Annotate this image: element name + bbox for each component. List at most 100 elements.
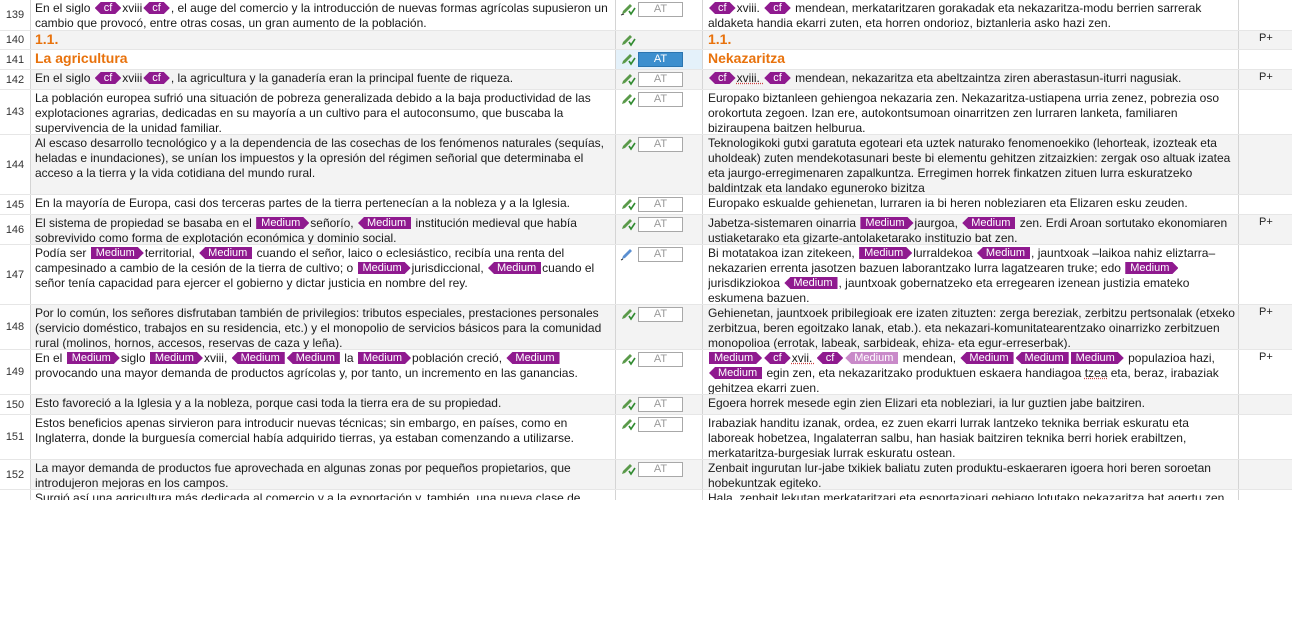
- inline-tag[interactable]: cf: [95, 72, 122, 84]
- source-cell[interactable]: Surgió así una agricultura más dedicada …: [35, 490, 613, 500]
- segment-row-141[interactable]: 141 La agricultura AT Nekazaritza: [0, 50, 1292, 70]
- inline-tag[interactable]: Medium: [358, 262, 411, 274]
- inline-tag[interactable]: Medium: [256, 217, 309, 229]
- inline-tag[interactable]: Medium: [709, 352, 762, 364]
- target-cell[interactable]: Irabaziak handitu izanak, ordea, ez zuen…: [708, 415, 1238, 459]
- inline-tag[interactable]: cf: [764, 2, 791, 14]
- inline-tag[interactable]: Medium: [357, 217, 412, 229]
- status-badge[interactable]: AT: [638, 72, 683, 87]
- inline-tag[interactable]: Medium: [358, 352, 411, 364]
- pencil-check-icon[interactable]: [620, 217, 636, 231]
- inline-tag[interactable]: Medium: [960, 352, 1014, 364]
- inline-tag[interactable]: Medium: [286, 352, 340, 364]
- pencil-check-icon[interactable]: [620, 2, 636, 16]
- segment-row-150[interactable]: 150 Esto favoreció a la Iglesia y a la n…: [0, 395, 1292, 415]
- source-cell[interactable]: La agricultura: [35, 50, 613, 69]
- inline-tag[interactable]: Medium: [150, 352, 203, 364]
- segment-row-147[interactable]: 147 Podía ser Medium territorial, Medium …: [0, 245, 1292, 305]
- target-cell[interactable]: Zenbait ingurutan lur-jabe txikiek balia…: [708, 460, 1238, 489]
- inline-tag[interactable]: Medium: [488, 262, 542, 274]
- pencil-check-icon[interactable]: [620, 417, 636, 431]
- segment-row-143[interactable]: 143 La población europea sufrió una situ…: [0, 90, 1292, 135]
- inline-tag[interactable]: Medium: [784, 277, 838, 289]
- inline-tag[interactable]: Medium: [67, 352, 120, 364]
- inline-tag[interactable]: Medium: [506, 352, 560, 364]
- segment-row-139[interactable]: 139 En el siglo cf xviii cf, el auge del c…: [0, 0, 1292, 31]
- inline-tag[interactable]: Medium: [199, 247, 253, 259]
- inline-tag[interactable]: cf: [709, 2, 736, 14]
- target-cell[interactable]: Jabetza-sistemaren oinarria Medium jaurgo…: [708, 215, 1238, 244]
- target-cell[interactable]: cf xviii. cf mendean, merkataritzaren gor…: [708, 0, 1238, 30]
- pencil-check-icon[interactable]: [620, 137, 636, 151]
- target-cell[interactable]: Nekazaritza: [708, 50, 1238, 69]
- pencil-check-icon[interactable]: [620, 52, 636, 66]
- inline-tag[interactable]: cf: [764, 352, 791, 364]
- status-badge[interactable]: AT: [638, 137, 683, 152]
- target-cell[interactable]: Bi motatakoa izan zitekeen, Medium lurral…: [708, 245, 1238, 304]
- inline-tag[interactable]: Medium: [231, 352, 285, 364]
- status-badge[interactable]: AT: [638, 307, 683, 322]
- source-cell[interactable]: El sistema de propiedad se basaba en el …: [35, 215, 613, 244]
- source-cell[interactable]: La población europea sufrió una situació…: [35, 90, 613, 134]
- segment-row-142[interactable]: 142 En el siglo cf xviii cf, la agricultur…: [0, 70, 1292, 90]
- inline-tag[interactable]: cf: [764, 72, 791, 84]
- status-badge[interactable]: AT: [638, 247, 683, 262]
- pencil-check-icon[interactable]: [620, 72, 636, 86]
- inline-tag[interactable]: Medium: [91, 247, 144, 259]
- status-badge[interactable]: AT: [638, 352, 683, 367]
- status-badge[interactable]: AT: [638, 462, 683, 477]
- inline-tag[interactable]: Medium: [709, 367, 763, 379]
- segment-row-152[interactable]: 152 La mayor demanda de productos fue ap…: [0, 460, 1292, 490]
- pencil-check-icon[interactable]: [620, 33, 636, 47]
- status-badge[interactable]: AT: [638, 397, 683, 412]
- target-cell[interactable]: Medium cf xvii. cf Medium mendean, Medium Me…: [708, 350, 1238, 394]
- source-cell[interactable]: Esto favoreció a la Iglesia y a la noble…: [35, 395, 613, 414]
- inline-tag[interactable]: cf: [143, 2, 170, 14]
- inline-tag[interactable]: Medium: [962, 217, 1016, 229]
- pencil-check-icon[interactable]: [620, 307, 636, 321]
- segment-row-149[interactable]: 149 En el Medium siglo Medium xviii, Mediu…: [0, 350, 1292, 395]
- inline-tag[interactable]: Medium: [976, 247, 1031, 259]
- segment-row-148[interactable]: 148 Por lo común, los señores disfrutaba…: [0, 305, 1292, 350]
- target-cell[interactable]: Teknologikoki gutxi garatuta egoteari et…: [708, 135, 1238, 194]
- target-cell[interactable]: Gehienetan, jauntxoek pribilegioak ere i…: [708, 305, 1238, 349]
- status-badge[interactable]: AT: [638, 417, 683, 432]
- inline-tag[interactable]: Medium: [845, 352, 899, 364]
- source-cell[interactable]: Por lo común, los señores disfrutaban ta…: [35, 305, 613, 349]
- segment-row-151[interactable]: 151 Estos beneficios apenas sirvieron pa…: [0, 415, 1292, 460]
- segment-row-partial[interactable]: Surgió así una agricultura más dedicada …: [0, 490, 1292, 500]
- inline-tag[interactable]: cf: [709, 72, 736, 84]
- pencil-check-icon[interactable]: [620, 397, 636, 411]
- segment-row-145[interactable]: 145 En la mayoría de Europa, casi dos te…: [0, 195, 1292, 215]
- source-cell[interactable]: En el siglo cf xviii cf, el auge del comer…: [35, 0, 613, 30]
- target-cell[interactable]: Europako eskualde gehienetan, lurraren i…: [708, 195, 1238, 214]
- pencil-check-icon[interactable]: [620, 352, 636, 366]
- inline-tag[interactable]: cf: [143, 72, 170, 84]
- target-cell[interactable]: 1.1.: [708, 31, 1238, 49]
- pencil-icon[interactable]: [620, 247, 636, 261]
- pencil-check-icon[interactable]: [620, 197, 636, 211]
- source-cell[interactable]: Al escaso desarrollo tecnológico y a la …: [35, 135, 613, 194]
- target-cell[interactable]: cf xviii. cf mendean, nekazaritza eta abe…: [708, 70, 1238, 89]
- pencil-check-icon[interactable]: [620, 92, 636, 106]
- inline-tag[interactable]: Medium: [859, 247, 912, 259]
- inline-tag[interactable]: Medium: [1071, 352, 1124, 364]
- status-badge[interactable]: AT: [638, 217, 683, 232]
- target-cell[interactable]: Hala, zenbait lekutan merkataritzari eta…: [708, 490, 1238, 500]
- pencil-check-icon[interactable]: [620, 462, 636, 476]
- inline-tag[interactable]: Medium: [1125, 262, 1178, 274]
- source-cell[interactable]: 1.1.: [35, 31, 613, 49]
- status-badge[interactable]: AT: [638, 52, 683, 67]
- segment-row-140[interactable]: 140 1.1. 1.1. P+: [0, 31, 1292, 50]
- inline-tag[interactable]: cf: [817, 352, 844, 364]
- inline-tag[interactable]: Medium: [860, 217, 913, 229]
- status-badge[interactable]: AT: [638, 2, 683, 17]
- source-cell[interactable]: En el Medium siglo Medium xviii, Medium Med…: [35, 350, 613, 394]
- segment-row-146[interactable]: 146 El sistema de propiedad se basaba en…: [0, 215, 1292, 245]
- target-cell[interactable]: Egoera horrek mesede egin zien Elizari e…: [708, 395, 1238, 414]
- segment-row-144[interactable]: 144 Al escaso desarrollo tecnológico y a…: [0, 135, 1292, 195]
- source-cell[interactable]: La mayor demanda de productos fue aprove…: [35, 460, 613, 489]
- source-cell[interactable]: En la mayoría de Europa, casi dos tercer…: [35, 195, 613, 214]
- source-cell[interactable]: Estos beneficios apenas sirvieron para i…: [35, 415, 613, 459]
- status-badge[interactable]: AT: [638, 92, 683, 107]
